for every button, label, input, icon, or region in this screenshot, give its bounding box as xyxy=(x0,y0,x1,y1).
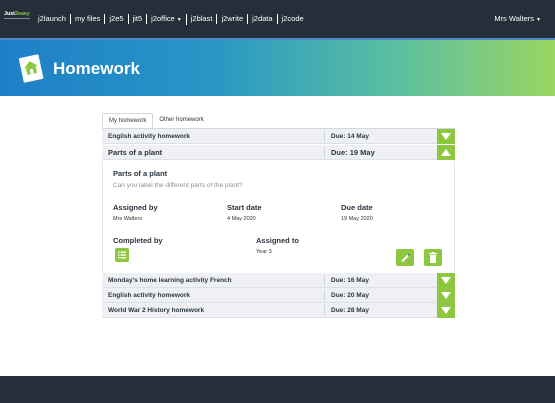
menu-item-label: j2blast xyxy=(190,14,213,23)
homework-due-date: Due: 28 May xyxy=(331,307,369,314)
homework-house-icon xyxy=(16,51,46,85)
chevron-down-icon: ▼ xyxy=(536,17,541,23)
homework-due-date: Due: 20 May xyxy=(331,292,369,299)
homework-name: English activity homework xyxy=(108,292,190,299)
homework-row[interactable]: English activity homework Due: 14 May xyxy=(102,129,455,144)
menu-item-label: j2write xyxy=(221,14,244,23)
expand-button[interactable] xyxy=(437,273,455,288)
start-date-value: 4 May 2020 xyxy=(227,216,256,222)
assigned-by-label: Assigned by xyxy=(113,203,158,212)
list-icon xyxy=(118,251,126,259)
user-name: Mrs Walters xyxy=(494,14,535,23)
homework-due-date: Due: 19 May xyxy=(331,148,375,157)
detail-title: Parts of a plant xyxy=(113,169,168,178)
menu-item-jit5[interactable]: jit5 xyxy=(129,14,148,24)
homework-tabs: My homework Other homework xyxy=(102,113,210,129)
chevron-down-icon: ▼ xyxy=(176,16,182,23)
menu-item-j2data[interactable]: j2data xyxy=(248,14,278,24)
chevron-up-icon xyxy=(441,149,451,156)
trash-icon xyxy=(429,252,437,263)
user-menu[interactable]: Mrs Walters ▼ xyxy=(494,14,541,23)
page-title: Homework xyxy=(53,59,140,78)
menu-item-label: jit5 xyxy=(132,14,143,23)
menu-item-label: j2office xyxy=(151,13,175,23)
homework-row-expanded[interactable]: Parts of a plant Due: 19 May xyxy=(102,145,455,160)
column-divider xyxy=(324,305,325,316)
homework-name: English activity homework xyxy=(108,133,190,140)
due-date-label: Due date xyxy=(341,203,373,212)
expand-button[interactable] xyxy=(437,288,455,303)
homework-due-date: Due: 14 May xyxy=(331,133,369,140)
tab-my-homework[interactable]: My homework xyxy=(102,113,154,129)
tab-other-homework[interactable]: Other homework xyxy=(153,113,209,129)
homework-row[interactable]: World War 2 History homework Due: 28 May xyxy=(102,303,455,318)
edit-homework-button[interactable] xyxy=(396,249,414,266)
completed-by-label: Completed by xyxy=(113,236,163,245)
menu-item-label: j2launch xyxy=(38,14,66,23)
menu-item-j2blast[interactable]: j2blast xyxy=(187,14,218,24)
menu-item-j2office[interactable]: j2office ▼ xyxy=(147,13,187,25)
column-divider xyxy=(324,131,325,142)
column-divider xyxy=(324,147,325,158)
page-footer xyxy=(0,376,555,403)
homework-name: World War 2 History homework xyxy=(108,307,205,314)
menu-item-j2code[interactable]: j2code xyxy=(278,14,308,24)
homework-name: Monday's home learning activity French xyxy=(108,277,232,284)
homework-detail-panel: Parts of a plant Can you label the diffe… xyxy=(102,161,455,272)
completed-by-list-button[interactable] xyxy=(115,248,129,262)
collapse-button[interactable] xyxy=(437,145,455,160)
homework-due-date: Due: 16 May xyxy=(331,277,369,284)
logo-text-just: Just xyxy=(4,11,15,17)
column-divider xyxy=(324,275,325,286)
chevron-down-icon xyxy=(441,133,451,140)
top-nav-bar: Just2easy j2launch my files j2e5 jit5 j2offi… xyxy=(0,0,555,40)
chevron-down-icon xyxy=(441,307,451,314)
just2easy-logo[interactable]: Just2easy xyxy=(4,11,32,25)
menu-item-label: j2data xyxy=(252,14,273,23)
menu-item-j2e5[interactable]: j2e5 xyxy=(105,14,129,24)
logo-text-2easy: 2easy xyxy=(14,11,30,17)
homework-name: Parts of a plant xyxy=(108,148,163,157)
menu-item-label: j2e5 xyxy=(109,14,124,23)
menu-item-label: j2code xyxy=(281,14,304,23)
homework-row[interactable]: Monday's home learning activity French D… xyxy=(102,273,455,288)
column-divider xyxy=(324,290,325,301)
start-date-label: Start date xyxy=(227,203,262,212)
main-menu: j2launch my files j2e5 jit5 j2office ▼ j2blast… xyxy=(34,0,308,38)
menu-item-my-files[interactable]: my files xyxy=(71,14,106,24)
chevron-down-icon xyxy=(441,277,451,284)
menu-item-j2write[interactable]: j2write xyxy=(217,14,249,24)
page-banner: Homework xyxy=(0,40,555,96)
assigned-to-value: Year 3 xyxy=(256,249,272,255)
menu-item-label: my files xyxy=(74,14,101,23)
detail-description: Can you label the different parts of the… xyxy=(113,182,243,189)
edit-pencil-icon xyxy=(401,253,410,262)
expand-button[interactable] xyxy=(437,303,455,318)
homework-row[interactable]: English activity homework Due: 20 May xyxy=(102,288,455,303)
due-date-value: 19 May 2020 xyxy=(341,216,373,222)
assigned-to-label: Assigned to xyxy=(256,236,299,245)
delete-homework-button[interactable] xyxy=(424,249,442,266)
assigned-by-value: Mrs Walters xyxy=(113,216,143,222)
chevron-down-icon xyxy=(441,292,451,299)
logo-underline xyxy=(4,18,30,19)
expand-button[interactable] xyxy=(437,129,455,144)
menu-item-j2launch[interactable]: j2launch xyxy=(34,14,71,24)
